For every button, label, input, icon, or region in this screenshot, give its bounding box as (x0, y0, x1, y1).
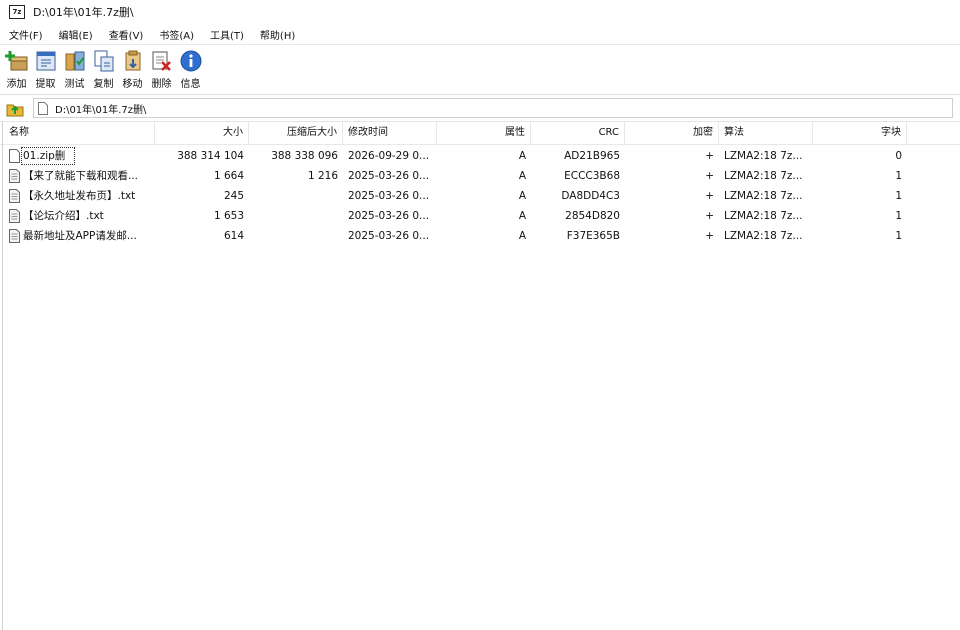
file-size: 245 (223, 190, 244, 202)
file-modified: 2025-03-26 0... (348, 210, 430, 222)
file-modified: 2025-03-26 0... (348, 230, 430, 242)
file-attributes: A (518, 170, 526, 182)
list-left-border (2, 122, 3, 630)
move-icon (125, 50, 140, 71)
file-size: 614 (223, 230, 244, 242)
folder-up-icon[interactable] (6, 99, 24, 117)
file-method: LZMA2:18 7z... (724, 170, 803, 182)
delete-button[interactable]: 删除 (147, 46, 176, 94)
app-icon: 7z (9, 5, 25, 19)
title-bar: 7z D:\01年\01年.7z删\ (0, 0, 960, 24)
text-file-icon (9, 169, 20, 183)
add-icon (4, 51, 27, 71)
address-bar: D:\01年\01年.7z删\ (0, 96, 960, 120)
file-modified: 2026-09-29 0... (348, 150, 430, 162)
file-icon (9, 149, 20, 163)
table-row[interactable]: 【永久地址发布页】.txt 245 2025-03-26 0... A DA8DD4C3… (0, 186, 960, 206)
menu-view[interactable]: 查看(V) (100, 27, 151, 42)
file-crc: 2854D820 (565, 210, 620, 222)
address-text: D:\01年\01年.7z删\ (55, 104, 147, 116)
text-file-icon (9, 209, 20, 223)
menu-tools[interactable]: 工具(T) (201, 27, 251, 42)
file-crc: ECCC3B68 (564, 170, 620, 182)
file-name: 01.zip删 (20, 146, 76, 166)
file-method: LZMA2:18 7z... (724, 150, 803, 162)
file-modified: 2025-03-26 0... (348, 190, 430, 202)
text-file-icon (9, 189, 20, 203)
file-packed-size: 388 338 096 (271, 150, 338, 162)
extract-icon (36, 51, 55, 71)
column-header-size[interactable]: 大小 (155, 122, 249, 144)
file-name: 最新地址及APP请发邮... (23, 230, 137, 242)
test-button[interactable]: 测试 (60, 46, 89, 94)
file-packed-size (249, 206, 343, 226)
column-header-name[interactable]: 名称 (4, 122, 155, 144)
file-encrypted: + (705, 190, 714, 202)
file-block: 1 (895, 230, 902, 242)
file-attributes: A (518, 150, 526, 162)
extract-button[interactable]: 提取 (31, 46, 60, 94)
column-header-modified[interactable]: 修改时间 (343, 122, 437, 144)
column-header-method[interactable]: 算法 (719, 122, 813, 144)
table-row[interactable]: 【来了就能下载和观看... 1 664 1 216 2025-03-26 0... A E… (0, 166, 960, 186)
file-packed-size (249, 226, 343, 246)
file-list: 名称 大小 压缩后大小 修改时间 属性 CRC 加密 算法 字块 01.zip删… (0, 121, 960, 630)
file-packed-size (249, 186, 343, 206)
menu-file[interactable]: 文件(F) (0, 27, 50, 42)
menu-bar: 文件(F) 编辑(E) 查看(V) 书签(A) 工具(T) 帮助(H) (0, 24, 960, 45)
info-button[interactable]: 信息 (176, 46, 205, 94)
file-encrypted: + (705, 170, 714, 182)
file-crc: DA8DD4C3 (561, 190, 620, 202)
file-name: 【永久地址发布页】.txt (23, 190, 136, 202)
menu-help[interactable]: 帮助(H) (251, 27, 302, 42)
column-header-attributes[interactable]: 属性 (437, 122, 531, 144)
table-row[interactable]: 最新地址及APP请发邮... 614 2025-03-26 0... A F37E365… (0, 226, 960, 246)
file-attributes: A (518, 190, 526, 202)
file-encrypted: + (705, 230, 714, 242)
file-attributes: A (518, 210, 526, 222)
info-icon (180, 50, 201, 72)
menu-edit[interactable]: 编辑(E) (50, 27, 100, 42)
text-file-icon (9, 229, 20, 243)
menu-bookmarks[interactable]: 书签(A) (150, 27, 201, 42)
column-header-crc[interactable]: CRC (531, 122, 625, 144)
file-size: 388 314 104 (177, 150, 244, 162)
column-header-encrypted[interactable]: 加密 (625, 122, 719, 144)
delete-icon (152, 51, 171, 71)
file-method: LZMA2:18 7z... (724, 190, 803, 202)
address-field[interactable]: D:\01年\01年.7z删\ (33, 98, 953, 118)
copy-button[interactable]: 复制 (89, 46, 118, 94)
file-method: LZMA2:18 7z... (724, 230, 803, 242)
file-name: 【来了就能下载和观看... (23, 170, 139, 182)
toolbar: 添加 提取 测试 复制 移动 删除 信息 (0, 46, 960, 95)
file-encrypted: + (705, 210, 714, 222)
add-button[interactable]: 添加 (2, 46, 31, 94)
table-row[interactable]: 01.zip删 388 314 104 388 338 096 2026-09-29 … (0, 146, 960, 166)
file-name: 【论坛介绍】.txt (23, 210, 104, 222)
file-size: 1 664 (213, 170, 244, 182)
file-block: 1 (895, 210, 902, 222)
move-button[interactable]: 移动 (118, 46, 147, 94)
copy-icon (94, 50, 113, 72)
file-crc: AD21B965 (564, 150, 620, 162)
window-title: D:\01年\01年.7z删\ (33, 6, 134, 19)
document-icon (38, 101, 48, 115)
test-icon (65, 51, 84, 71)
column-header-block[interactable]: 字块 (813, 122, 907, 144)
file-encrypted: + (705, 150, 714, 162)
table-row[interactable]: 【论坛介绍】.txt 1 653 2025-03-26 0... A 2854D820 +… (0, 206, 960, 226)
file-block: 1 (895, 190, 902, 202)
file-packed-size: 1 216 (307, 170, 338, 182)
file-attributes: A (518, 230, 526, 242)
column-header-packed[interactable]: 压缩后大小 (249, 122, 343, 144)
file-crc: F37E365B (566, 230, 620, 242)
file-size: 1 653 (213, 210, 244, 222)
file-method: LZMA2:18 7z... (724, 210, 803, 222)
file-block: 1 (895, 170, 902, 182)
file-modified: 2025-03-26 0... (348, 170, 430, 182)
file-block: 0 (895, 150, 902, 162)
column-header-row: 名称 大小 压缩后大小 修改时间 属性 CRC 加密 算法 字块 (0, 122, 960, 145)
